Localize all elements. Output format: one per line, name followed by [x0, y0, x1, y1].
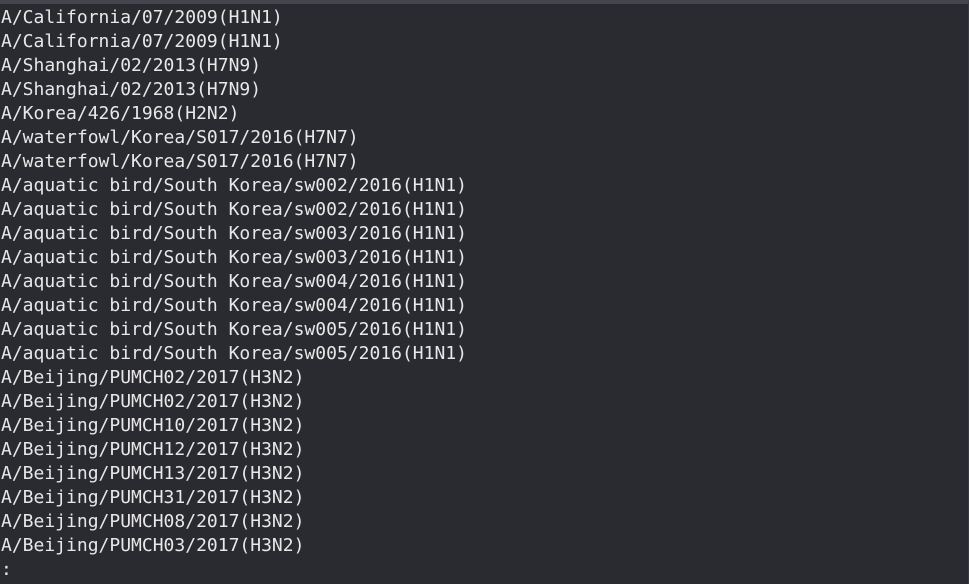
- terminal-output: A/California/07/2009(H1N1) A/California/…: [1, 6, 467, 558]
- output-line: A/Beijing/PUMCH12/2017(H3N2): [1, 439, 305, 460]
- output-line: A/Shanghai/02/2013(H7N9): [1, 79, 262, 100]
- output-line: A/Korea/426/1968(H2N2): [1, 103, 240, 124]
- output-line: A/aquatic bird/South Korea/sw005/2016(H1…: [1, 343, 467, 364]
- output-line: A/Beijing/PUMCH03/2017(H3N2): [1, 535, 305, 556]
- output-line: A/Beijing/PUMCH13/2017(H3N2): [1, 463, 305, 484]
- output-line: A/Beijing/PUMCH10/2017(H3N2): [1, 415, 305, 436]
- output-line: A/California/07/2009(H1N1): [1, 31, 283, 52]
- output-line: A/aquatic bird/South Korea/sw002/2016(H1…: [1, 199, 467, 220]
- terminal-window[interactable]: A/California/07/2009(H1N1) A/California/…: [0, 0, 969, 584]
- output-line: A/Beijing/PUMCH31/2017(H3N2): [1, 487, 305, 508]
- output-line: A/aquatic bird/South Korea/sw002/2016(H1…: [1, 175, 467, 196]
- output-line: A/aquatic bird/South Korea/sw003/2016(H1…: [1, 223, 467, 244]
- output-line: A/California/07/2009(H1N1): [1, 7, 283, 28]
- output-line: A/waterfowl/Korea/S017/2016(H7N7): [1, 151, 359, 172]
- output-line: A/aquatic bird/South Korea/sw003/2016(H1…: [1, 247, 467, 268]
- output-line: A/waterfowl/Korea/S017/2016(H7N7): [1, 127, 359, 148]
- output-line: A/aquatic bird/South Korea/sw004/2016(H1…: [1, 271, 467, 292]
- output-line: A/aquatic bird/South Korea/sw005/2016(H1…: [1, 319, 467, 340]
- output-line: A/aquatic bird/South Korea/sw004/2016(H1…: [1, 295, 467, 316]
- output-line: A/Shanghai/02/2013(H7N9): [1, 55, 262, 76]
- output-line: A/Beijing/PUMCH02/2017(H3N2): [1, 391, 305, 412]
- output-line: A/Beijing/PUMCH02/2017(H3N2): [1, 367, 305, 388]
- pager-prompt[interactable]: :: [1, 558, 12, 582]
- output-line: A/Beijing/PUMCH08/2017(H3N2): [1, 511, 305, 532]
